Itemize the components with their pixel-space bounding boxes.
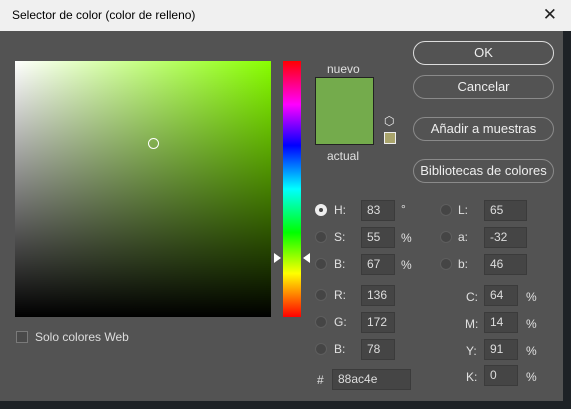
c-unit: % [526, 290, 537, 304]
radio-r[interactable] [315, 289, 327, 301]
rgb-b-label: B: [334, 342, 346, 356]
close-icon[interactable]: ✕ [543, 5, 557, 25]
r-label: R: [334, 288, 346, 302]
rgb-b-input[interactable]: 78 [361, 339, 395, 360]
new-label: nuevo [327, 62, 360, 76]
color-swatch [315, 77, 374, 145]
cancel-button[interactable]: Cancelar [413, 75, 554, 99]
current-color-swatch[interactable] [316, 111, 373, 144]
new-color-swatch [316, 78, 373, 111]
r-input[interactable]: 136 [361, 285, 395, 306]
radio-lab-b[interactable] [440, 258, 452, 270]
web-colors-label: Solo colores Web [35, 330, 129, 344]
l-label: L: [458, 203, 469, 217]
hue-slider-handle-right[interactable] [303, 253, 310, 263]
current-label: actual [327, 149, 360, 163]
s-unit: % [401, 231, 412, 245]
radio-l[interactable] [440, 204, 452, 216]
lab-b-label: b: [458, 257, 469, 271]
radio-g[interactable] [315, 316, 327, 328]
m-unit: % [526, 317, 537, 331]
radio-h[interactable] [315, 204, 327, 216]
hex-label: # [317, 373, 324, 387]
s-label: S: [334, 230, 346, 244]
a-input[interactable]: -32 [484, 227, 527, 248]
m-label: M: [465, 317, 479, 331]
h-unit: ° [401, 202, 406, 216]
cube-icon[interactable]: ⬡ [384, 114, 394, 128]
l-input[interactable]: 65 [484, 200, 527, 221]
color-libraries-button[interactable]: Bibliotecas de colores [413, 159, 554, 183]
k-unit: % [526, 370, 537, 384]
color-field[interactable] [15, 61, 271, 317]
h-label: H: [334, 203, 346, 217]
color-field-cursor[interactable] [148, 138, 159, 149]
c-label: C: [466, 290, 478, 304]
b-label: B: [334, 257, 346, 271]
h-input[interactable]: 83 [361, 200, 395, 221]
y-unit: % [526, 344, 537, 358]
b-input[interactable]: 67 [361, 254, 395, 275]
g-label: G: [334, 315, 347, 329]
hue-slider-handle-left[interactable] [274, 253, 281, 263]
ok-button[interactable]: OK [413, 41, 554, 65]
k-input[interactable]: 0 [484, 365, 518, 386]
title-bar: Selector de color (color de relleno) ✕ [0, 0, 571, 31]
c-input[interactable]: 64 [484, 285, 518, 306]
dialog-title: Selector de color (color de relleno) [12, 8, 196, 22]
radio-rgb-b[interactable] [315, 343, 327, 355]
hex-input[interactable]: 88ac4e [332, 369, 411, 390]
radio-b[interactable] [315, 258, 327, 270]
g-input[interactable]: 172 [361, 312, 395, 333]
lab-b-input[interactable]: 46 [484, 254, 527, 275]
gamut-warning-swatch[interactable] [384, 132, 396, 144]
add-to-swatches-button[interactable]: Añadir a muestras [413, 117, 554, 141]
k-label: K: [466, 370, 478, 384]
m-input[interactable]: 14 [484, 312, 518, 333]
radio-s[interactable] [315, 231, 327, 243]
radio-a[interactable] [440, 231, 452, 243]
b-unit: % [401, 258, 412, 272]
web-colors-checkbox[interactable] [16, 331, 28, 343]
y-input[interactable]: 91 [484, 339, 518, 360]
hue-slider[interactable] [283, 61, 301, 317]
s-input[interactable]: 55 [361, 227, 395, 248]
a-label: a: [458, 230, 469, 244]
y-label: Y: [466, 344, 477, 358]
